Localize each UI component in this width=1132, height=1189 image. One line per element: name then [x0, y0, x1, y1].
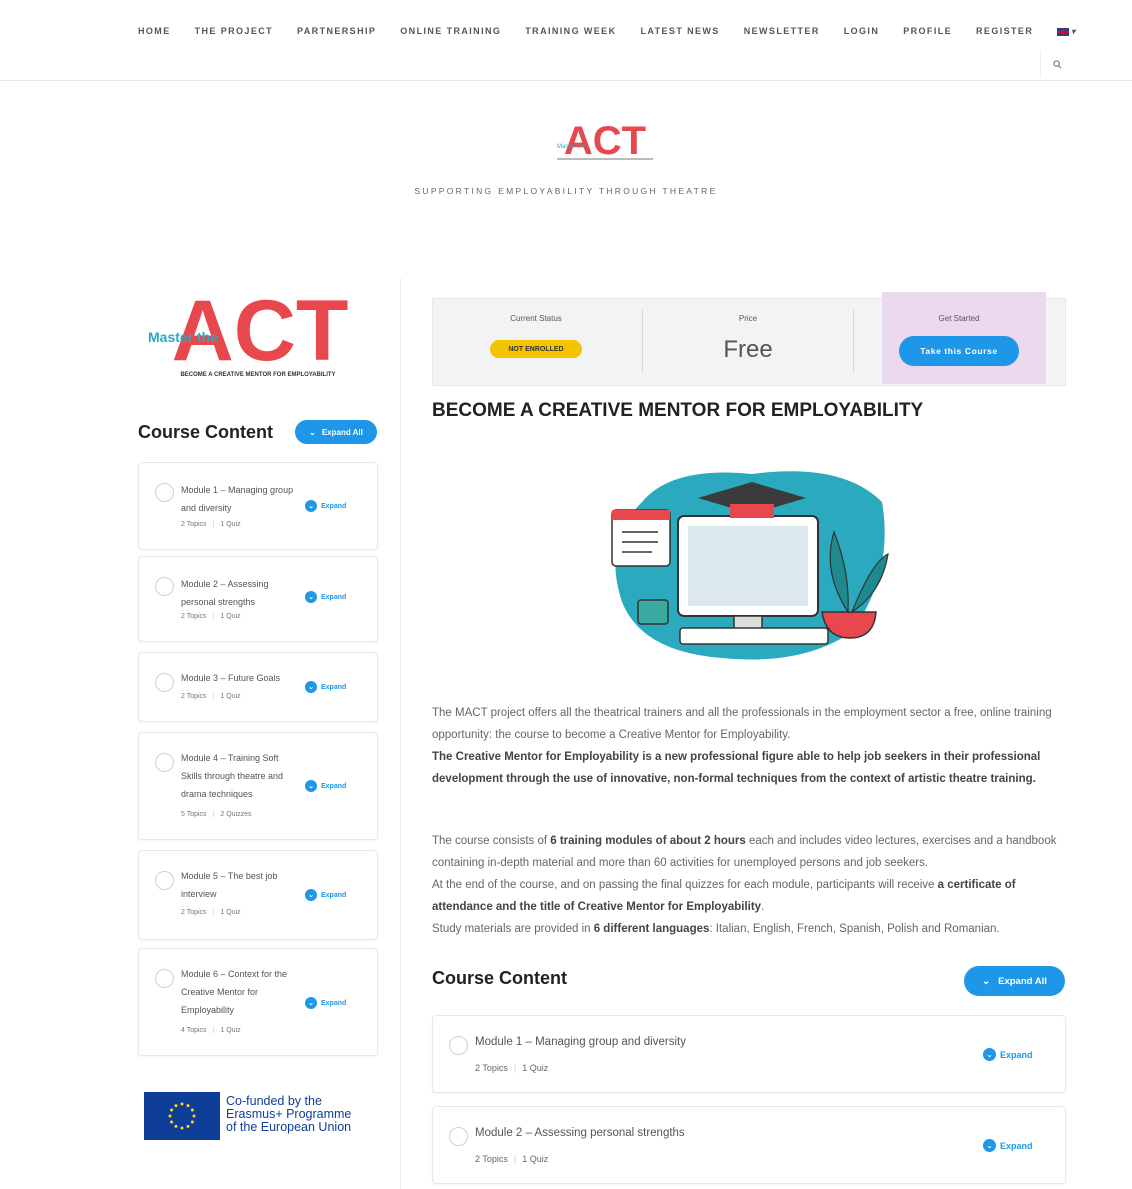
chevron-down-icon: ⌄	[983, 1048, 996, 1061]
module-expand-button[interactable]: ⌄ Expand	[305, 500, 346, 512]
course-logo-prefix: Master the	[148, 329, 218, 345]
status-divider	[853, 310, 854, 372]
price-label: Price	[738, 314, 758, 323]
module-title[interactable]: Module 2 – Assessing personal strengths	[181, 575, 301, 611]
module-meta: 2 Topics | 1 Quiz	[181, 693, 241, 700]
take-course-button[interactable]: Take this Course	[899, 336, 1019, 366]
nav-online-training[interactable]: ONLINE TRAINING	[400, 26, 501, 36]
sidebar-module-card[interactable]: Module 6 – Context for the Creative Ment…	[138, 948, 378, 1056]
module-title[interactable]: Module 4 – Training Soft Skills through …	[181, 749, 301, 803]
progress-circle-icon	[155, 577, 174, 596]
nav-profile[interactable]: PROFILE	[903, 26, 952, 36]
module-expand-button[interactable]: ⌄ Expand	[305, 997, 346, 1009]
module-meta: 2 Topics | 1 Quiz	[181, 613, 241, 620]
chevron-down-icon: ⌄	[309, 427, 316, 437]
nav-partnership[interactable]: PARTNERSHIP	[297, 26, 376, 36]
nav-the-project[interactable]: THE PROJECT	[195, 26, 273, 36]
eu-cofunded-text: Co-funded by the Erasmus+ Programme of t…	[226, 1094, 352, 1134]
module-title[interactable]: Module 5 – The best job interview	[181, 867, 301, 903]
sidebar-course-content-title: Course Content	[138, 422, 273, 442]
chevron-down-icon: ⌄	[305, 780, 317, 792]
module-title[interactable]: Module 6 – Context for the Creative Ment…	[181, 965, 301, 1019]
search-button[interactable]	[1040, 50, 1073, 78]
chevron-down-icon: ▾	[1071, 27, 1077, 36]
main-menu: HOME THE PROJECT PARTNERSHIP ONLINE TRAI…	[138, 26, 1077, 36]
sidebar-module-card[interactable]: Module 1 – Managing group and diversity …	[138, 462, 378, 550]
chevron-down-icon: ⌄	[305, 681, 317, 693]
module-expand-button[interactable]: ⌄ Expand	[305, 681, 346, 693]
logo-prefix: Master the	[557, 144, 586, 150]
course-logo: ACT Master the BECOME A CREATIVE MENTOR …	[140, 283, 364, 382]
module-meta: 2 Topics | 1 Quiz	[475, 1063, 549, 1073]
module-title[interactable]: Module 2 – Assessing personal strengths	[475, 1127, 685, 1139]
language-switcher[interactable]: ▾	[1057, 26, 1076, 36]
nav-login[interactable]: LOGIN	[844, 26, 880, 36]
module-title[interactable]: Module 1 – Managing group and diversity	[181, 481, 301, 517]
progress-circle-icon	[449, 1127, 468, 1146]
main-course-content-title: Course Content	[432, 968, 567, 988]
module-expand-button[interactable]: ⌄ Expand	[983, 1139, 1033, 1152]
course-illustration	[602, 462, 894, 666]
search-icon	[1052, 59, 1061, 68]
module-meta: 2 Topics | 1 Quiz	[181, 521, 241, 528]
module-expand-button[interactable]: ⌄ Expand	[983, 1048, 1033, 1061]
nav-newsletter[interactable]: NEWSLETTER	[744, 26, 820, 36]
course-logo-subtitle: BECOME A CREATIVE MENTOR FOR EMPLOYABILI…	[180, 372, 335, 378]
course-description-intro: The MACT project offers all the theatric…	[432, 707, 1052, 785]
site-tagline: SUPPORTING EMPLOYABILITY THROUGH THEATRE	[414, 186, 718, 196]
course-title: BECOME A CREATIVE MENTOR FOR EMPLOYABILI…	[432, 400, 924, 421]
progress-circle-icon	[155, 753, 174, 772]
sidebar-module-card[interactable]: Module 2 – Assessing personal strengths …	[138, 556, 378, 642]
uk-flag-icon	[1057, 27, 1070, 36]
course-description-details: The course consists of 6 training module…	[432, 835, 1057, 935]
eu-flag-icon	[144, 1092, 220, 1140]
chevron-down-icon: ⌄	[305, 889, 317, 901]
main-module-card[interactable]: Module 2 – Assessing personal strengths …	[432, 1106, 1066, 1184]
module-meta: 2 Topics | 1 Quiz	[475, 1154, 549, 1164]
get-started-label: Get Started	[938, 314, 980, 323]
chevron-down-icon: ⌄	[305, 997, 317, 1009]
module-expand-button[interactable]: ⌄ Expand	[305, 780, 346, 792]
site-logo[interactable]: ACT Master the	[555, 118, 655, 168]
main-expand-all-button[interactable]: ⌄ Expand All	[964, 966, 1065, 996]
sidebar-module-card[interactable]: Module 5 – The best job interview 2 Topi…	[138, 850, 378, 940]
current-status-label: Current Status	[510, 314, 562, 323]
progress-circle-icon	[155, 673, 174, 692]
logo-wordmark: ACT	[564, 119, 646, 163]
module-expand-button[interactable]: ⌄ Expand	[305, 591, 346, 603]
status-divider	[642, 310, 643, 372]
module-expand-button[interactable]: ⌄ Expand	[305, 889, 346, 901]
top-navigation: HOME THE PROJECT PARTNERSHIP ONLINE TRAI…	[0, 0, 1132, 81]
module-title[interactable]: Module 1 – Managing group and diversity	[475, 1036, 686, 1048]
status-badge: NOT ENROLLED	[490, 340, 582, 358]
main-module-card[interactable]: Module 1 – Managing group and diversity …	[432, 1015, 1066, 1093]
progress-circle-icon	[155, 969, 174, 988]
module-meta: 5 Topics | 2 Quizzes	[181, 811, 252, 818]
progress-circle-icon	[449, 1036, 468, 1055]
sidebar-expand-all-button[interactable]: ⌄ Expand All	[295, 420, 377, 444]
module-meta: 4 Topics | 1 Quiz	[181, 1027, 241, 1034]
chevron-down-icon: ⌄	[983, 1139, 996, 1152]
chevron-down-icon: ⌄	[305, 591, 317, 603]
module-meta: 2 Topics | 1 Quiz	[181, 909, 241, 916]
sidebar-module-card[interactable]: Module 4 – Training Soft Skills through …	[138, 732, 378, 840]
chevron-down-icon: ⌄	[982, 975, 991, 987]
progress-circle-icon	[155, 871, 174, 890]
sidebar-module-card[interactable]: Module 3 – Future Goals 2 Topics | 1 Quiz …	[138, 652, 378, 722]
chevron-down-icon: ⌄	[305, 500, 317, 512]
nav-training-week[interactable]: TRAINING WEEK	[525, 26, 616, 36]
nav-home[interactable]: HOME	[138, 26, 171, 36]
progress-circle-icon	[155, 483, 174, 502]
module-title[interactable]: Module 3 – Future Goals	[181, 669, 301, 687]
nav-register[interactable]: REGISTER	[976, 26, 1033, 36]
nav-latest-news[interactable]: LATEST NEWS	[640, 26, 719, 36]
sidebar-divider	[400, 278, 401, 1189]
price-value: Free	[723, 336, 773, 363]
